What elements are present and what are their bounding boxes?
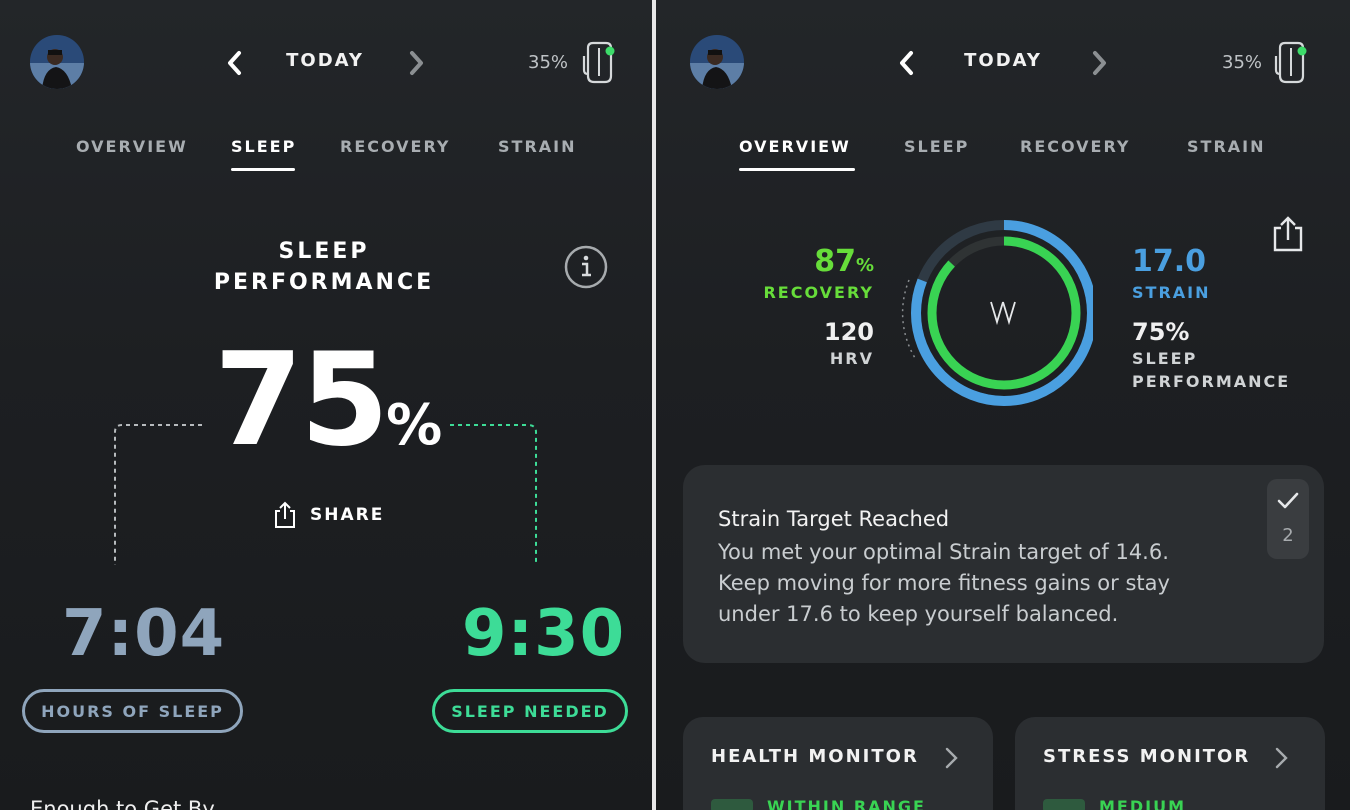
strap-device-icon [1274, 41, 1307, 84]
sleep-needed-button[interactable]: SLEEP NEEDED [432, 689, 628, 733]
sleep-screen: TODAY 35% OVERVIEW SLEEP RECOVERY STRAIN… [0, 0, 652, 810]
acknowledge-button[interactable]: 2 [1267, 479, 1309, 559]
hours-of-sleep-button[interactable]: HOURS OF SLEEP [22, 689, 243, 733]
info-button[interactable] [562, 243, 610, 291]
checkmark-icon [1277, 492, 1299, 509]
sleep-performance-value: 75% [1132, 318, 1190, 346]
recovery-label: RECOVERY [763, 283, 874, 302]
stress-status-indicator [1043, 799, 1085, 810]
sleep-performance-unit: % [386, 393, 443, 458]
stress-monitor-card[interactable]: STRESS MONITOR MEDIUM [1015, 717, 1325, 810]
active-tab-indicator [739, 168, 855, 171]
strap-battery-button[interactable] [1270, 40, 1310, 86]
recovery-stat[interactable]: 87% [814, 244, 874, 279]
previous-day-button[interactable] [894, 48, 920, 78]
health-monitor-card[interactable]: HEALTH MONITOR WITHIN RANGE [683, 717, 993, 810]
battery-percent: 35% [1222, 52, 1263, 73]
battery-percent: 35% [528, 52, 569, 73]
strap-device-icon [582, 41, 615, 84]
sleep-performance-score: 75% [214, 337, 444, 472]
hrv-label: HRV [829, 349, 874, 368]
recovery-value: 87 [814, 244, 856, 279]
tab-overview[interactable]: OVERVIEW [739, 137, 851, 156]
health-status-indicator [711, 799, 753, 810]
avatar[interactable] [30, 35, 84, 89]
stress-monitor-title: STRESS MONITOR [1043, 746, 1251, 767]
share-icon [1273, 216, 1303, 252]
avatar[interactable] [690, 35, 744, 89]
share-button[interactable]: SHARE [272, 500, 384, 530]
next-day-button[interactable] [403, 48, 429, 78]
chevron-right-icon [1093, 51, 1106, 75]
tab-strain[interactable]: STRAIN [498, 137, 576, 156]
tab-recovery[interactable]: RECOVERY [1020, 137, 1131, 156]
notification-body-line1: You met your optimal Strain target of 14… [718, 540, 1169, 564]
notification-body-line3: under 17.6 to keep yourself balanced. [718, 602, 1119, 626]
tab-strain[interactable]: STRAIN [1187, 137, 1265, 156]
notification-count: 2 [1282, 525, 1294, 546]
strap-battery-button[interactable] [578, 40, 618, 86]
chevron-right-icon [410, 51, 423, 75]
health-monitor-status: WITHIN RANGE [767, 797, 926, 810]
sleep-performance-title-line2: PERFORMANCE [213, 270, 435, 295]
next-day-button[interactable] [1086, 48, 1112, 78]
date-title[interactable]: TODAY [928, 50, 1078, 71]
share-icon [275, 501, 295, 528]
date-title[interactable]: TODAY [250, 50, 400, 71]
avatar-photo [30, 35, 84, 89]
chevron-left-icon [228, 51, 241, 75]
tab-sleep[interactable]: SLEEP [231, 137, 296, 156]
hours-of-sleep-value: 7:04 [62, 597, 226, 671]
sleep-needed-value: 9:30 [462, 597, 626, 671]
recovery-unit: % [855, 255, 874, 276]
hrv-value: 120 [823, 318, 874, 346]
active-tab-indicator [231, 168, 295, 171]
sleep-performance-title: SLEEP PERFORMANCE [174, 236, 474, 298]
info-icon [564, 245, 608, 289]
chevron-right-icon [1275, 747, 1288, 769]
notification-body-line2: Keep moving for more fitness gains or st… [718, 571, 1170, 595]
notification-title: Strain Target Reached [718, 507, 950, 531]
sleep-performance-label-line1: SLEEP [1132, 349, 1198, 368]
sleep-performance-value: 75 [214, 326, 389, 475]
strain-target-card[interactable]: Strain Target Reached You met your optim… [683, 465, 1324, 663]
chevron-left-icon [900, 51, 913, 75]
chevron-right-icon [945, 747, 958, 769]
notification-body: You met your optimal Strain target of 14… [718, 537, 1170, 630]
strain-label: STRAIN [1132, 283, 1211, 302]
previous-day-button[interactable] [222, 48, 248, 78]
whoop-logo-icon [990, 301, 1016, 326]
tab-recovery[interactable]: RECOVERY [340, 137, 451, 156]
sleep-performance-title-line1: SLEEP [278, 239, 370, 264]
recovery-strain-rings[interactable] [893, 218, 1093, 408]
health-monitor-title: HEALTH MONITOR [711, 746, 919, 767]
avatar-photo [690, 35, 744, 89]
stress-monitor-status: MEDIUM [1099, 797, 1186, 810]
share-label: SHARE [310, 505, 385, 525]
tab-sleep[interactable]: SLEEP [904, 137, 969, 156]
sleep-performance-label-line2: PERFORMANCE [1132, 372, 1291, 391]
tab-overview[interactable]: OVERVIEW [76, 137, 188, 156]
share-button[interactable] [1270, 214, 1306, 254]
sleep-description: Enough to Get By [30, 797, 215, 810]
strain-value[interactable]: 17.0 [1132, 244, 1206, 279]
overview-screen: TODAY 35% OVERVIEW SLEEP RECOVERY STRAIN… [656, 0, 1350, 810]
